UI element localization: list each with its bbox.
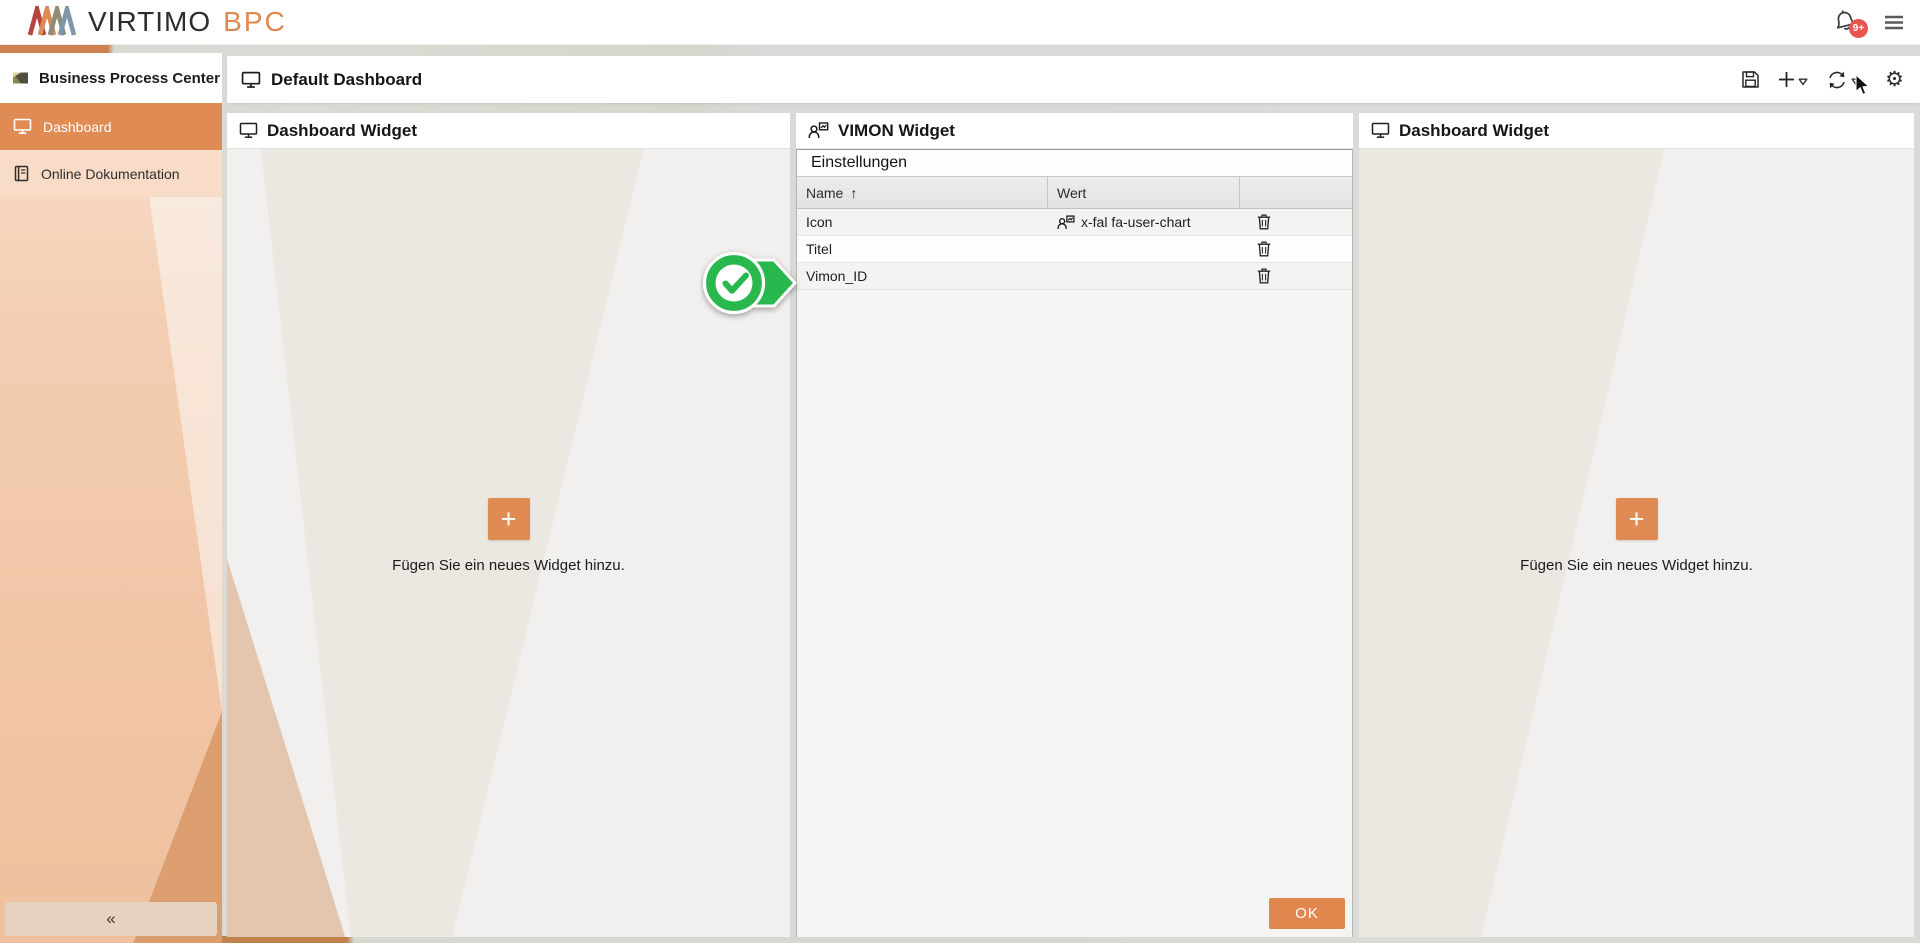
top-bar: VIRTIMO BPC 9+ <box>0 0 1920 45</box>
sidebar-item-dashboard[interactable]: Dashboard <box>0 103 222 150</box>
trash-icon <box>1257 214 1271 230</box>
delete-setting-button[interactable] <box>1249 214 1271 230</box>
column-header-actions <box>1240 177 1352 208</box>
virtimo-logo-mark <box>26 6 86 38</box>
chevron-down-icon <box>1798 78 1808 86</box>
setting-value <box>1048 263 1240 289</box>
monitor-icon <box>239 122 258 139</box>
sidebar-item-label: Dashboard <box>43 119 112 135</box>
dashboard-header: Default Dashboard <box>227 56 1920 103</box>
table-row-icon[interactable]: Icon x-fal fa-user-chart <box>797 209 1352 236</box>
setting-name: Icon <box>797 209 1048 235</box>
add-widget-dropdown-button[interactable] <box>1772 67 1814 92</box>
widget-body-left: + Fügen Sie ein neues Widget hinzu. <box>227 149 790 937</box>
widget-title: Dashboard Widget <box>1399 121 1549 141</box>
sidebar: Business Process Center Dashboard Online… <box>0 53 222 943</box>
dashboard-settings-button[interactable]: ⚙ <box>1879 65 1910 94</box>
vimon-settings-panel: Einstellungen Name ↑ Wert Icon <box>796 149 1353 937</box>
empty-widget-text: Fügen Sie ein neues Widget hinzu. <box>392 557 625 574</box>
sort-ascending-icon: ↑ <box>850 185 857 201</box>
empty-widget-text: Fügen Sie ein neues Widget hinzu. <box>1520 557 1753 574</box>
widget-column-center: VIMON Widget Einstellungen Name ↑ Wert I… <box>796 113 1353 937</box>
notification-count-badge: 9+ <box>1849 19 1868 38</box>
notifications-button[interactable]: 9+ <box>1832 8 1862 36</box>
sidebar-item-label: Online Dokumentation <box>41 166 180 182</box>
refresh-dropdown-button[interactable] <box>1820 66 1867 94</box>
sidebar-title: Business Process Center <box>39 70 220 87</box>
sidebar-collapse-button[interactable]: « <box>5 902 217 936</box>
widget-title: VIMON Widget <box>838 121 955 141</box>
main-menu-button[interactable] <box>1884 15 1904 30</box>
setting-value: x-fal fa-user-chart <box>1048 209 1240 235</box>
monitor-icon <box>1371 122 1390 139</box>
background-strip <box>222 936 1920 943</box>
widget-header-center: VIMON Widget <box>796 113 1353 149</box>
setting-value <box>1048 236 1240 262</box>
gear-icon: ⚙ <box>1885 69 1904 90</box>
setting-name: Vimon_ID <box>797 263 1048 289</box>
ok-button[interactable]: OK <box>1269 898 1345 929</box>
widget-column-right: Dashboard Widget + Fügen Sie ein neues W… <box>1359 113 1914 937</box>
plus-icon <box>1778 71 1795 88</box>
brand-logo: VIRTIMO BPC <box>26 6 287 38</box>
trash-icon <box>1257 241 1271 257</box>
table-row-titel[interactable]: Titel <box>797 236 1352 263</box>
monitor-icon <box>241 71 261 89</box>
widget-column-left: Dashboard Widget + Fügen Sie ein neues W… <box>227 113 790 937</box>
settings-table-header: Name ↑ Wert <box>797 177 1352 209</box>
delete-setting-button[interactable] <box>1249 241 1271 257</box>
save-dashboard-button[interactable] <box>1735 66 1766 93</box>
sync-icon <box>1826 70 1848 90</box>
bpc-app-icon <box>12 70 29 86</box>
table-row-vimon-id[interactable]: Vimon_ID <box>797 263 1352 290</box>
brand-suffix: BPC <box>223 6 287 38</box>
column-header-name[interactable]: Name ↑ <box>797 177 1048 208</box>
user-chart-icon <box>1057 215 1075 230</box>
chevron-down-icon <box>1851 78 1861 86</box>
add-widget-button[interactable]: + <box>1616 498 1658 540</box>
setting-name: Titel <box>797 236 1048 262</box>
collapse-chevrons-icon: « <box>106 909 115 929</box>
book-icon <box>13 165 30 182</box>
hamburger-icon <box>1884 15 1904 30</box>
page-title: Default Dashboard <box>271 70 422 90</box>
add-widget-button[interactable]: + <box>488 498 530 540</box>
settings-panel-title: Einstellungen <box>797 150 1352 177</box>
delete-setting-button[interactable] <box>1249 268 1271 284</box>
brand-name: VIRTIMO <box>88 6 211 38</box>
sidebar-item-online-dokumentation[interactable]: Online Dokumentation <box>0 150 222 197</box>
user-chart-icon <box>808 122 829 139</box>
widget-title: Dashboard Widget <box>267 121 417 141</box>
column-header-wert[interactable]: Wert <box>1048 177 1240 208</box>
widget-header-right: Dashboard Widget <box>1359 113 1914 149</box>
sidebar-header: Business Process Center <box>0 53 222 103</box>
widget-header-left: Dashboard Widget <box>227 113 790 149</box>
widget-body-right: + Fügen Sie ein neues Widget hinzu. <box>1359 149 1914 937</box>
monitor-icon <box>13 118 32 135</box>
trash-icon <box>1257 268 1271 284</box>
floppy-icon <box>1741 70 1760 89</box>
